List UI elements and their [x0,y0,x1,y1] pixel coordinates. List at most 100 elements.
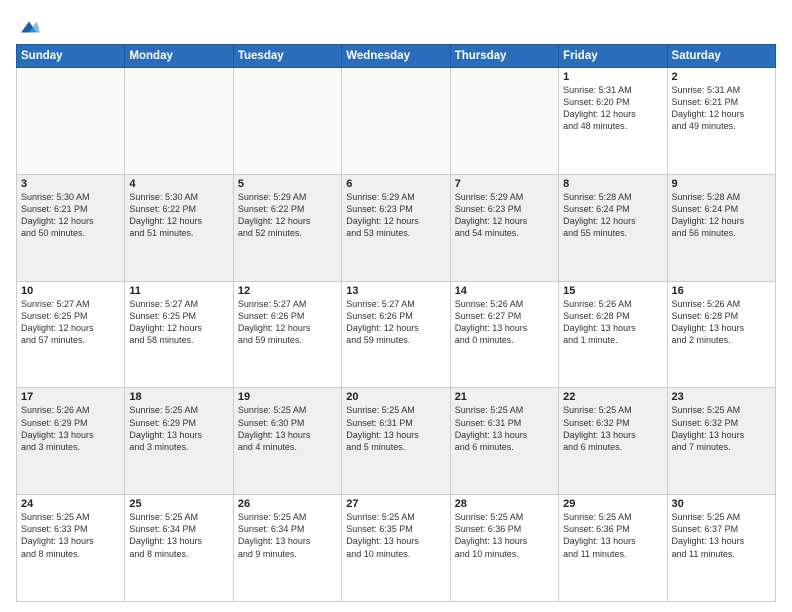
calendar-cell: 24Sunrise: 5:25 AM Sunset: 6:33 PM Dayli… [17,495,125,602]
day-number: 19 [238,391,337,403]
calendar-cell: 7Sunrise: 5:29 AM Sunset: 6:23 PM Daylig… [450,174,558,281]
logo [16,16,40,36]
day-number: 2 [672,71,771,83]
day-info: Sunrise: 5:25 AM Sunset: 6:32 PM Dayligh… [672,404,771,453]
day-number: 14 [455,285,554,297]
day-number: 5 [238,178,337,190]
day-number: 25 [129,498,228,510]
day-header-thursday: Thursday [450,45,558,68]
calendar-week-row: 24Sunrise: 5:25 AM Sunset: 6:33 PM Dayli… [17,495,776,602]
day-number: 28 [455,498,554,510]
day-info: Sunrise: 5:25 AM Sunset: 6:33 PM Dayligh… [21,511,120,560]
day-number: 21 [455,391,554,403]
calendar-cell: 9Sunrise: 5:28 AM Sunset: 6:24 PM Daylig… [667,174,775,281]
calendar-cell: 8Sunrise: 5:28 AM Sunset: 6:24 PM Daylig… [559,174,667,281]
day-header-saturday: Saturday [667,45,775,68]
day-number: 22 [563,391,662,403]
day-info: Sunrise: 5:27 AM Sunset: 6:25 PM Dayligh… [21,298,120,347]
day-number: 29 [563,498,662,510]
calendar-cell: 5Sunrise: 5:29 AM Sunset: 6:22 PM Daylig… [233,174,341,281]
day-number: 24 [21,498,120,510]
day-info: Sunrise: 5:25 AM Sunset: 6:34 PM Dayligh… [129,511,228,560]
day-number: 16 [672,285,771,297]
day-info: Sunrise: 5:25 AM Sunset: 6:30 PM Dayligh… [238,404,337,453]
day-info: Sunrise: 5:31 AM Sunset: 6:20 PM Dayligh… [563,84,662,133]
day-info: Sunrise: 5:27 AM Sunset: 6:25 PM Dayligh… [129,298,228,347]
calendar-cell: 29Sunrise: 5:25 AM Sunset: 6:36 PM Dayli… [559,495,667,602]
calendar-cell [17,68,125,175]
day-number: 15 [563,285,662,297]
calendar-cell: 30Sunrise: 5:25 AM Sunset: 6:37 PM Dayli… [667,495,775,602]
day-number: 10 [21,285,120,297]
day-info: Sunrise: 5:28 AM Sunset: 6:24 PM Dayligh… [563,191,662,240]
day-number: 1 [563,71,662,83]
calendar-cell [450,68,558,175]
calendar-cell: 14Sunrise: 5:26 AM Sunset: 6:27 PM Dayli… [450,281,558,388]
day-info: Sunrise: 5:25 AM Sunset: 6:37 PM Dayligh… [672,511,771,560]
day-info: Sunrise: 5:27 AM Sunset: 6:26 PM Dayligh… [346,298,445,347]
calendar-cell: 12Sunrise: 5:27 AM Sunset: 6:26 PM Dayli… [233,281,341,388]
calendar-week-row: 10Sunrise: 5:27 AM Sunset: 6:25 PM Dayli… [17,281,776,388]
day-number: 12 [238,285,337,297]
day-info: Sunrise: 5:27 AM Sunset: 6:26 PM Dayligh… [238,298,337,347]
day-info: Sunrise: 5:26 AM Sunset: 6:28 PM Dayligh… [672,298,771,347]
calendar-table: SundayMondayTuesdayWednesdayThursdayFrid… [16,44,776,602]
calendar-cell [125,68,233,175]
day-number: 13 [346,285,445,297]
calendar-cell: 25Sunrise: 5:25 AM Sunset: 6:34 PM Dayli… [125,495,233,602]
day-info: Sunrise: 5:29 AM Sunset: 6:23 PM Dayligh… [346,191,445,240]
day-number: 6 [346,178,445,190]
day-header-friday: Friday [559,45,667,68]
calendar-cell: 4Sunrise: 5:30 AM Sunset: 6:22 PM Daylig… [125,174,233,281]
calendar-cell: 10Sunrise: 5:27 AM Sunset: 6:25 PM Dayli… [17,281,125,388]
day-info: Sunrise: 5:25 AM Sunset: 6:29 PM Dayligh… [129,404,228,453]
logo-icon [18,16,40,38]
calendar-week-row: 3Sunrise: 5:30 AM Sunset: 6:21 PM Daylig… [17,174,776,281]
calendar-cell: 11Sunrise: 5:27 AM Sunset: 6:25 PM Dayli… [125,281,233,388]
calendar-cell: 1Sunrise: 5:31 AM Sunset: 6:20 PM Daylig… [559,68,667,175]
calendar-cell: 6Sunrise: 5:29 AM Sunset: 6:23 PM Daylig… [342,174,450,281]
calendar-cell: 20Sunrise: 5:25 AM Sunset: 6:31 PM Dayli… [342,388,450,495]
day-number: 18 [129,391,228,403]
day-info: Sunrise: 5:26 AM Sunset: 6:28 PM Dayligh… [563,298,662,347]
calendar-cell: 17Sunrise: 5:26 AM Sunset: 6:29 PM Dayli… [17,388,125,495]
day-info: Sunrise: 5:26 AM Sunset: 6:29 PM Dayligh… [21,404,120,453]
day-number: 23 [672,391,771,403]
calendar-cell [233,68,341,175]
day-info: Sunrise: 5:26 AM Sunset: 6:27 PM Dayligh… [455,298,554,347]
day-info: Sunrise: 5:31 AM Sunset: 6:21 PM Dayligh… [672,84,771,133]
day-number: 8 [563,178,662,190]
calendar-cell: 23Sunrise: 5:25 AM Sunset: 6:32 PM Dayli… [667,388,775,495]
day-info: Sunrise: 5:25 AM Sunset: 6:31 PM Dayligh… [455,404,554,453]
calendar-cell: 19Sunrise: 5:25 AM Sunset: 6:30 PM Dayli… [233,388,341,495]
calendar-cell: 28Sunrise: 5:25 AM Sunset: 6:36 PM Dayli… [450,495,558,602]
day-info: Sunrise: 5:30 AM Sunset: 6:21 PM Dayligh… [21,191,120,240]
page: SundayMondayTuesdayWednesdayThursdayFrid… [0,0,792,612]
calendar-cell: 22Sunrise: 5:25 AM Sunset: 6:32 PM Dayli… [559,388,667,495]
day-info: Sunrise: 5:30 AM Sunset: 6:22 PM Dayligh… [129,191,228,240]
calendar-week-row: 17Sunrise: 5:26 AM Sunset: 6:29 PM Dayli… [17,388,776,495]
calendar-cell: 21Sunrise: 5:25 AM Sunset: 6:31 PM Dayli… [450,388,558,495]
day-header-monday: Monday [125,45,233,68]
calendar-week-row: 1Sunrise: 5:31 AM Sunset: 6:20 PM Daylig… [17,68,776,175]
day-number: 3 [21,178,120,190]
day-header-wednesday: Wednesday [342,45,450,68]
day-info: Sunrise: 5:28 AM Sunset: 6:24 PM Dayligh… [672,191,771,240]
day-number: 7 [455,178,554,190]
day-number: 11 [129,285,228,297]
header [16,12,776,36]
calendar-cell: 26Sunrise: 5:25 AM Sunset: 6:34 PM Dayli… [233,495,341,602]
day-info: Sunrise: 5:25 AM Sunset: 6:36 PM Dayligh… [563,511,662,560]
day-info: Sunrise: 5:25 AM Sunset: 6:34 PM Dayligh… [238,511,337,560]
day-number: 9 [672,178,771,190]
day-header-sunday: Sunday [17,45,125,68]
calendar-cell: 3Sunrise: 5:30 AM Sunset: 6:21 PM Daylig… [17,174,125,281]
calendar-cell: 16Sunrise: 5:26 AM Sunset: 6:28 PM Dayli… [667,281,775,388]
calendar-cell [342,68,450,175]
day-info: Sunrise: 5:29 AM Sunset: 6:23 PM Dayligh… [455,191,554,240]
day-info: Sunrise: 5:25 AM Sunset: 6:32 PM Dayligh… [563,404,662,453]
day-header-tuesday: Tuesday [233,45,341,68]
day-number: 30 [672,498,771,510]
day-info: Sunrise: 5:25 AM Sunset: 6:36 PM Dayligh… [455,511,554,560]
calendar-cell: 27Sunrise: 5:25 AM Sunset: 6:35 PM Dayli… [342,495,450,602]
